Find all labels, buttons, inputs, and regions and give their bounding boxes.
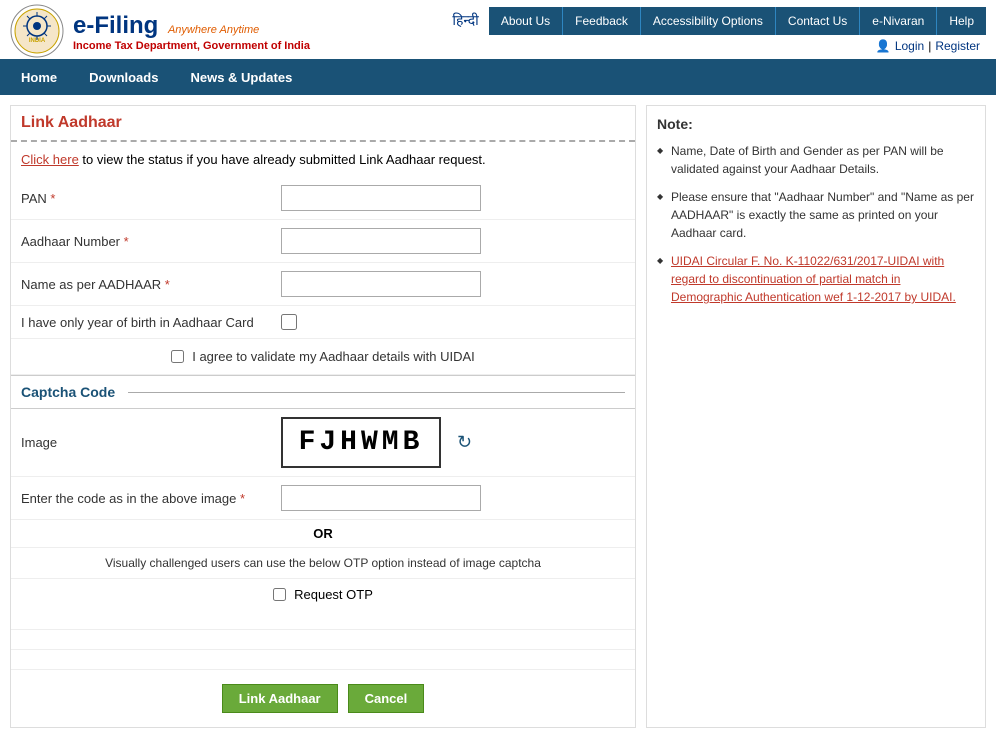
note-title: Note:: [657, 116, 975, 132]
year-birth-label: I have only year of birth in Aadhaar Car…: [21, 315, 281, 330]
link-aadhaar-button[interactable]: Link Aadhaar: [222, 684, 338, 713]
nav-downloads[interactable]: Downloads: [73, 62, 174, 93]
logo-area: INDIA e-Filing Anywhere Anytime: [10, 4, 452, 59]
hindi-link[interactable]: हिन्दी: [452, 11, 478, 30]
efiling-subtitle: Anywhere Anytime: [168, 24, 259, 36]
agree-checkbox[interactable]: [171, 350, 184, 363]
request-otp-label: Request OTP: [294, 587, 373, 602]
empty-row-3: [11, 650, 635, 670]
form-panel: Link Aadhaar Click here to view the stat…: [10, 105, 636, 728]
year-birth-checkbox[interactable]: [281, 314, 297, 330]
enter-code-label: Enter the code as in the above image *: [21, 491, 281, 506]
uidai-circular-link[interactable]: UIDAI Circular F. No. K-11022/631/2017-U…: [671, 254, 956, 304]
pan-input[interactable]: [281, 185, 481, 211]
emblem-logo: INDIA: [10, 4, 65, 59]
agree-row: I agree to validate my Aadhaar details w…: [11, 339, 635, 375]
cancel-button[interactable]: Cancel: [348, 684, 425, 713]
name-aadhaar-label: Name as per AADHAAR *: [21, 277, 281, 292]
register-link[interactable]: Register: [935, 39, 980, 53]
name-aadhaar-row: Name as per AADHAAR *: [11, 263, 635, 306]
nav-help[interactable]: Help: [937, 7, 986, 35]
otp-description: Visually challenged users can use the be…: [11, 548, 635, 579]
nav-about-us[interactable]: About Us: [489, 7, 563, 35]
logo-text: e-Filing Anywhere Anytime Income Tax Dep…: [73, 12, 310, 52]
nav-accessibility[interactable]: Accessibility Options: [641, 7, 776, 35]
aadhaar-number-label: Aadhaar Number *: [21, 234, 281, 249]
request-otp-row: Request OTP: [11, 579, 635, 610]
agree-label: I agree to validate my Aadhaar details w…: [192, 349, 475, 364]
note-panel: Note: Name, Date of Birth and Gender as …: [646, 105, 986, 728]
efiling-brand: e-Filing Anywhere Anytime: [73, 12, 310, 40]
separator: |: [928, 39, 931, 53]
pan-label: PAN *: [21, 191, 281, 206]
enter-code-row: Enter the code as in the above image *: [11, 477, 635, 520]
login-register-row: 👤 Login | Register: [870, 35, 986, 57]
top-nav: About Us Feedback Accessibility Options …: [489, 7, 986, 35]
enter-code-required: *: [240, 491, 245, 506]
content-wrapper: Link Aadhaar Click here to view the stat…: [0, 95, 996, 738]
captcha-image: FJHWMB: [281, 417, 441, 468]
top-bar: INDIA e-Filing Anywhere Anytime: [0, 0, 996, 95]
refresh-captcha-icon[interactable]: ↻: [457, 432, 472, 453]
note-item-1: Name, Date of Birth and Gender as per PA…: [657, 142, 975, 178]
name-aadhaar-input[interactable]: [281, 271, 481, 297]
name-aadhaar-required: *: [165, 277, 170, 292]
aadhaar-number-row: Aadhaar Number *: [11, 220, 635, 263]
empty-row-2: [11, 630, 635, 650]
nav-home[interactable]: Home: [5, 62, 73, 93]
aadhaar-number-input[interactable]: [281, 228, 481, 254]
main-nav: Home Downloads News & Updates: [0, 59, 996, 95]
request-otp-checkbox[interactable]: [273, 588, 286, 601]
login-link[interactable]: Login: [895, 39, 924, 53]
click-here-link[interactable]: Click here: [21, 152, 79, 167]
captcha-code-input[interactable]: [281, 485, 481, 511]
pan-row: PAN *: [11, 177, 635, 220]
captcha-image-row: Image FJHWMB ↻: [11, 409, 635, 477]
captcha-image-label: Image: [21, 435, 281, 450]
form-title: Link Aadhaar: [11, 106, 635, 142]
nav-enivaran[interactable]: e-Nivaran: [860, 7, 937, 35]
user-icon: 👤: [876, 39, 891, 53]
note-item-3: UIDAI Circular F. No. K-11022/631/2017-U…: [657, 252, 975, 306]
captcha-title: Captcha Code: [11, 375, 635, 409]
button-row: Link Aadhaar Cancel: [11, 670, 635, 727]
nav-feedback[interactable]: Feedback: [563, 7, 641, 35]
click-here-suffix: to view the status if you have already s…: [82, 152, 485, 167]
efiling-title: e-Filing: [73, 12, 158, 39]
nav-contact-us[interactable]: Contact Us: [776, 7, 860, 35]
empty-row-1: [11, 610, 635, 630]
click-here-row: Click here to view the status if you hav…: [11, 142, 635, 177]
income-tax-text: Income Tax Department, Government of Ind…: [73, 40, 310, 52]
aadhaar-number-required: *: [124, 234, 129, 249]
nav-news-updates[interactable]: News & Updates: [174, 62, 308, 93]
or-divider: OR: [11, 520, 635, 548]
note-list: Name, Date of Birth and Gender as per PA…: [657, 142, 975, 306]
pan-required: *: [50, 191, 55, 206]
note-item-2: Please ensure that "Aadhaar Number" and …: [657, 188, 975, 242]
year-birth-row: I have only year of birth in Aadhaar Car…: [11, 306, 635, 339]
